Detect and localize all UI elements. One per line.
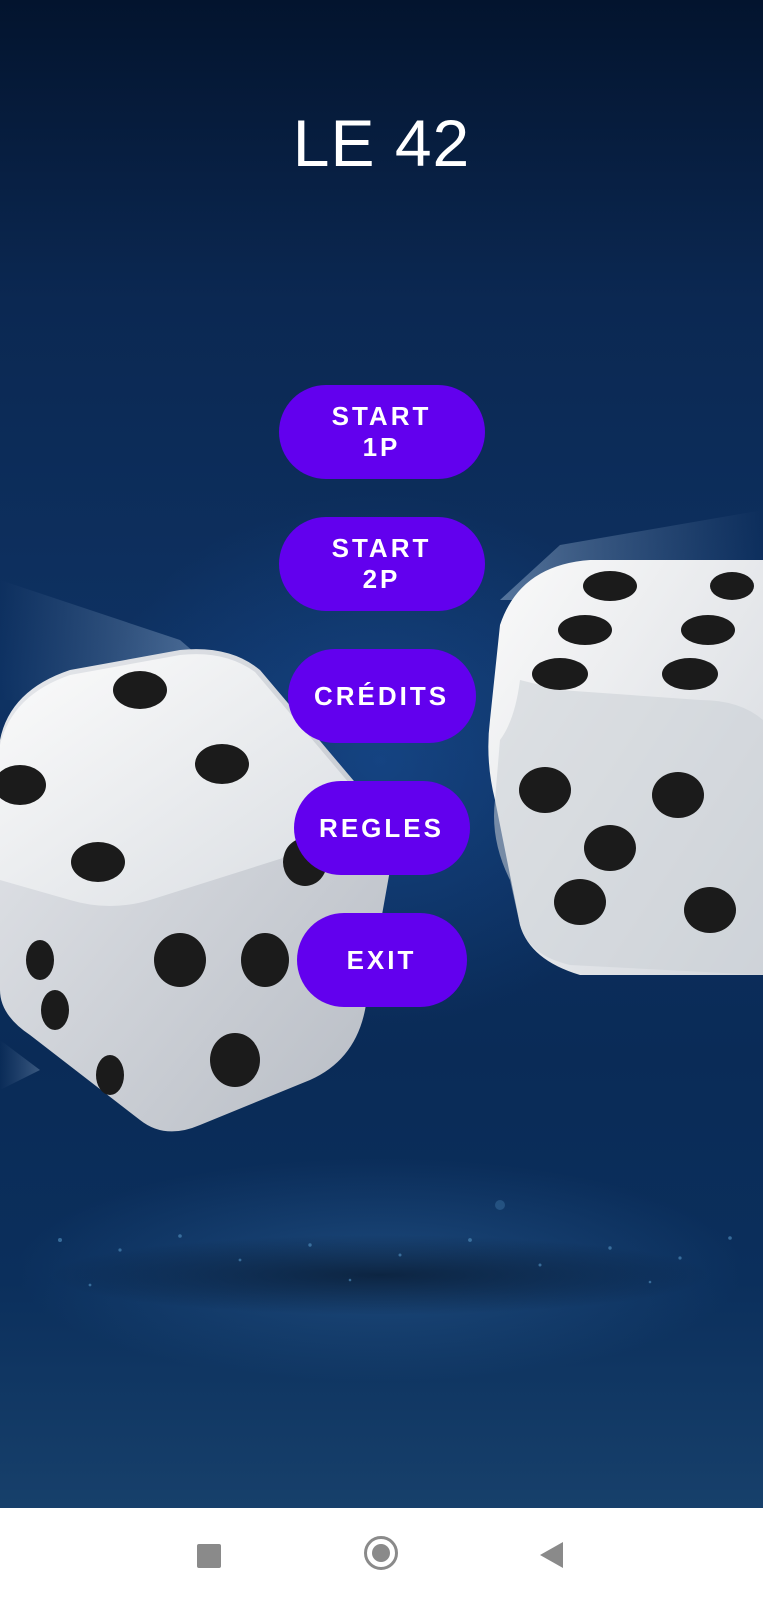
main-menu: START 1P START 2P CRÉDITS REGLES EXIT	[0, 385, 763, 1045]
main-menu-screen: LE 42 START 1P START 2P CRÉDITS REGLES E…	[0, 0, 763, 1600]
start-2p-button[interactable]: START 2P	[278, 517, 485, 611]
exit-button[interactable]: EXIT	[296, 913, 467, 1007]
rules-button[interactable]: REGLES	[293, 781, 470, 875]
start-1p-button[interactable]: START 1P	[278, 385, 485, 479]
system-navigation-bar	[0, 1508, 763, 1600]
back-triangle-icon[interactable]	[540, 1542, 563, 1568]
credits-button[interactable]: CRÉDITS	[287, 649, 476, 743]
app-title: LE 42	[292, 106, 471, 180]
recents-square-icon[interactable]	[197, 1544, 221, 1568]
home-circle-icon[interactable]	[364, 1536, 398, 1570]
